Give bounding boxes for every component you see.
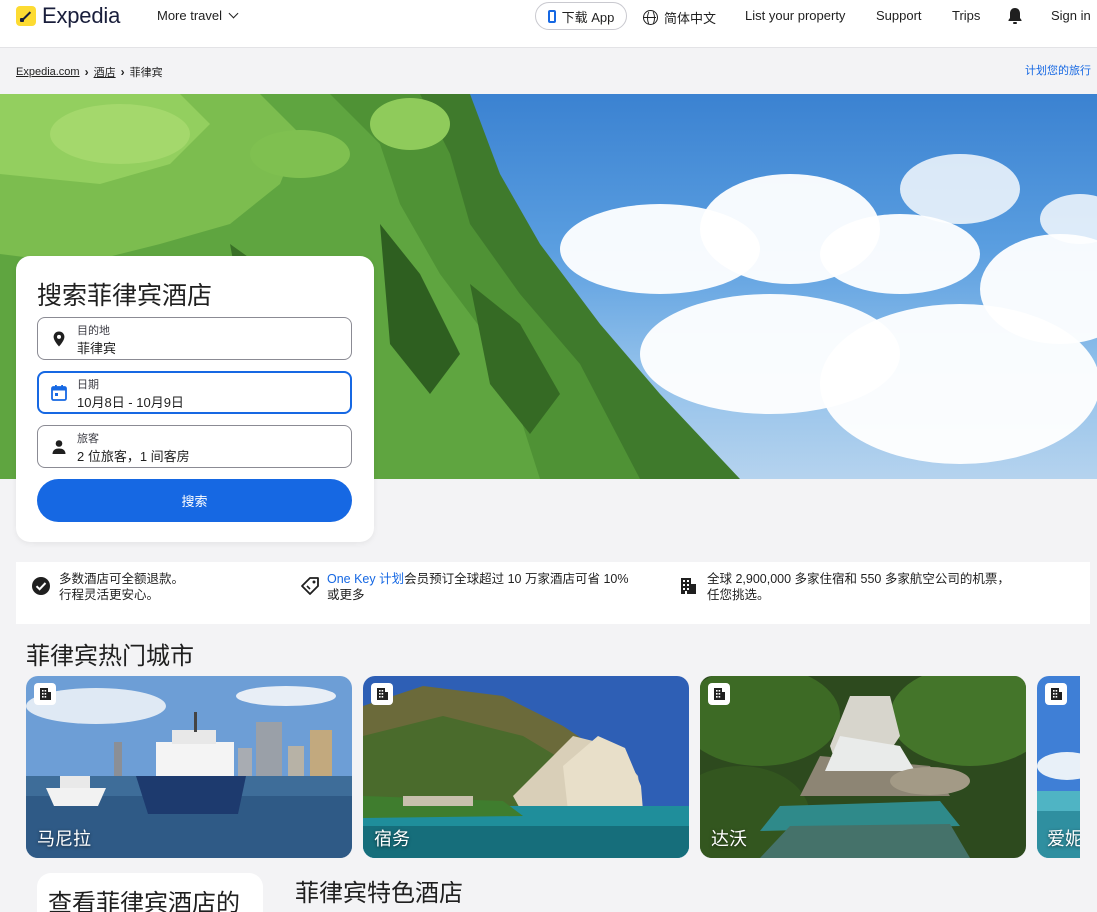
davao-photo <box>700 676 1026 858</box>
hotel-building-icon <box>708 683 730 705</box>
support-label: Support <box>876 8 922 23</box>
check-circle-icon <box>32 577 50 595</box>
destination-field[interactable]: 目的地 菲律宾 <box>37 317 352 360</box>
download-app-label: 下载 App <box>561 9 615 25</box>
dates-label: 日期 <box>77 379 99 391</box>
chevron-right-icon: › <box>84 65 89 79</box>
download-app-button[interactable]: 下载 App <box>535 2 627 30</box>
city-card-elnido[interactable]: 爱妮 <box>1037 676 1080 858</box>
search-title: 搜索菲律宾酒店 <box>37 282 213 310</box>
dates-value: 10月8日 - 10月9日 <box>77 395 184 410</box>
city-card-davao[interactable]: 达沃 <box>700 676 1026 858</box>
benefit-onekey: One Key 计划会员预订全球超过 10 万家酒店可省 10% 或更多 <box>327 571 628 603</box>
travelers-label: 旅客 <box>77 433 99 445</box>
hotels-info-card: 查看菲律宾酒店的 <box>37 873 263 912</box>
list-property-link[interactable]: List your property <box>745 8 845 23</box>
search-card: 搜索菲律宾酒店 目的地 菲律宾 日期 10月8日 - 10月9日 旅客 2 位旅… <box>16 256 374 542</box>
top-header: Expedia More travel 下载 App 简体中文 List you… <box>0 0 1097 48</box>
benefit-refund-line1: 多数酒店可全额退款。 <box>59 572 185 586</box>
city-name: 马尼拉 <box>37 829 91 849</box>
featured-hotels-title: 菲律宾特色酒店 <box>295 880 463 907</box>
destination-value: 菲律宾 <box>77 341 117 356</box>
benefit-refund: 多数酒店可全额退款。 行程灵活更安心。 <box>59 571 184 603</box>
expedia-logo[interactable]: Expedia <box>16 3 121 28</box>
search-button[interactable]: 搜索 <box>37 479 352 522</box>
breadcrumb-expedia[interactable]: Expedia.com <box>16 66 80 78</box>
dates-field[interactable]: 日期 10月8日 - 10月9日 <box>37 371 352 414</box>
destination-label: 目的地 <box>77 325 110 337</box>
city-name: 爱妮 <box>1047 829 1080 849</box>
chevron-down-icon <box>228 8 239 19</box>
city-name: 达沃 <box>711 829 747 849</box>
cebu-photo <box>363 676 689 858</box>
sign-in-label: Sign in <box>1051 8 1091 23</box>
chevron-right-icon: › <box>120 65 125 79</box>
popular-cities-title: 菲律宾热门城市 <box>26 643 194 670</box>
calendar-icon <box>51 385 67 401</box>
benefit-refund-line2: 行程灵活更安心。 <box>59 588 160 602</box>
more-travel-menu[interactable]: More travel <box>157 8 239 23</box>
city-card-manila[interactable]: 马尼拉 <box>26 676 352 858</box>
bell-icon[interactable] <box>1007 7 1023 25</box>
hotel-building-icon <box>1045 683 1067 705</box>
person-icon <box>52 440 66 454</box>
phone-icon <box>547 9 556 23</box>
language-selector[interactable]: 简体中文 <box>643 8 716 27</box>
tag-icon <box>301 577 319 595</box>
hotel-building-icon <box>371 683 393 705</box>
breadcrumb-current: 菲律宾 <box>129 67 163 79</box>
trips-label: Trips <box>952 8 981 23</box>
building-icon <box>681 578 696 594</box>
city-card-cebu[interactable]: 宿务 <box>363 676 689 858</box>
benefit-onekey-line2: 或更多 <box>327 588 365 602</box>
breadcrumb-hotels[interactable]: 酒店 <box>94 64 116 80</box>
logo-text: Expedia <box>42 3 121 28</box>
benefits-strip: 多数酒店可全额退款。 行程灵活更安心。 One Key 计划会员预订全球超过 1… <box>16 562 1090 624</box>
list-property-label: List your property <box>745 8 846 23</box>
benefit-inventory: 全球 2,900,000 多家住宿和 550 多家航空公司的机票， 任您挑选。 <box>707 571 1010 603</box>
more-travel-label: More travel <box>157 8 223 23</box>
city-name: 宿务 <box>374 829 410 849</box>
hotel-building-icon <box>34 683 56 705</box>
benefit-inventory-line1: 全球 2,900,000 多家住宿和 550 多家航空公司的机票， <box>707 572 1010 586</box>
support-link[interactable]: Support <box>876 8 922 23</box>
travelers-value: 2 位旅客，1 间客房 <box>77 449 190 464</box>
location-pin-icon <box>53 331 65 347</box>
trips-link[interactable]: Trips <box>952 8 980 23</box>
breadcrumb: Expedia.com › 酒店 › 菲律宾 <box>16 64 163 80</box>
language-label: 简体中文 <box>664 11 717 26</box>
sign-in-link[interactable]: Sign in <box>1051 8 1091 23</box>
benefit-inventory-line2: 任您挑选。 <box>707 588 770 602</box>
hotels-info-title: 查看菲律宾酒店的 <box>48 890 240 912</box>
globe-icon <box>643 10 658 26</box>
plan-trip-link[interactable]: 计划您的旅行 <box>1025 62 1091 78</box>
benefit-onekey-line1: 会员预订全球超过 10 万家酒店可省 10% <box>404 572 629 586</box>
onekey-link[interactable]: One Key 计划 <box>327 572 404 586</box>
expedia-logo-icon <box>16 6 36 26</box>
travelers-field[interactable]: 旅客 2 位旅客，1 间客房 <box>37 425 352 468</box>
